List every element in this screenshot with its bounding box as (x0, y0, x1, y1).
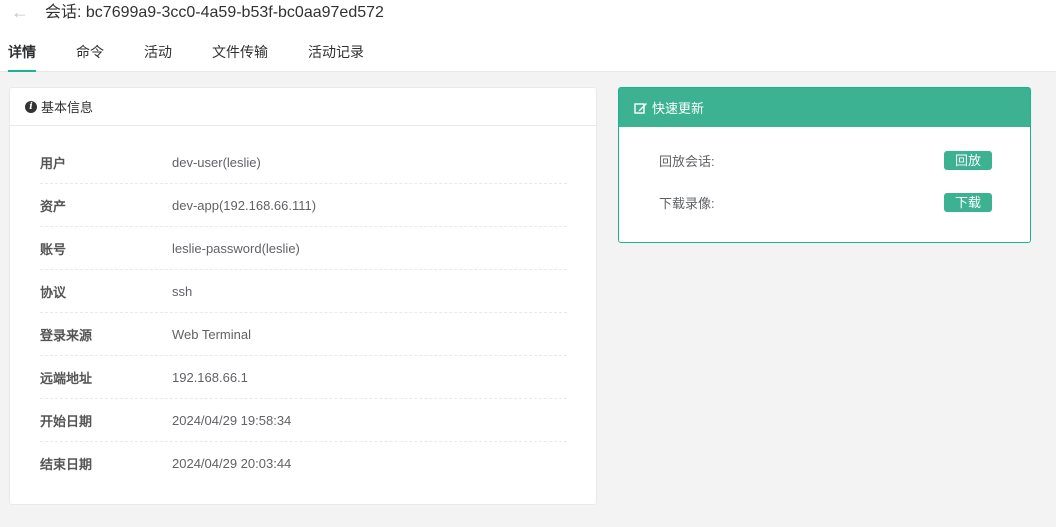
info-value: 192.168.66.1 (172, 369, 248, 385)
top-bar: ← 会话: bc7699a9-3cc0-4a59-b53f-bc0aa97ed5… (0, 0, 1056, 72)
info-circle-icon: i (25, 100, 37, 113)
info-value: leslie-password(leslie) (172, 240, 300, 256)
replay-session-label: 回放会话: (659, 153, 715, 169)
info-value: dev-user(leslie) (172, 154, 261, 170)
info-label: 用户 (40, 155, 67, 171)
quick-update-title: 快速更新 (652, 101, 705, 116)
tab-activity[interactable]: 活动 (144, 40, 172, 72)
tab-activity-log[interactable]: 活动记录 (308, 40, 364, 72)
info-row-end-date: 结束日期 2024/04/29 20:03:44 (40, 442, 567, 485)
tab-details[interactable]: 详情 (8, 40, 36, 72)
info-list: 用户 dev-user(leslie) 资产 dev-app(192.168.6… (40, 141, 567, 485)
info-label: 协议 (40, 284, 67, 300)
basic-info-card: i 基本信息 用户 dev-user(leslie) 资产 dev-app(19… (9, 87, 597, 505)
info-row-protocol: 协议 ssh (40, 270, 567, 313)
tab-file-transfer[interactable]: 文件传输 (212, 40, 268, 72)
arrow-left-icon[interactable]: ← (10, 2, 30, 22)
info-row-account: 账号 leslie-password(leslie) (40, 227, 567, 270)
info-label: 登录来源 (40, 327, 93, 343)
info-value: 2024/04/29 20:03:44 (172, 456, 292, 471)
info-label: 账号 (40, 241, 67, 257)
replay-session-row: 回放会话: 回放 (659, 149, 992, 171)
basic-info-header: i 基本信息 (10, 88, 596, 126)
replay-button[interactable]: 回放 (944, 150, 992, 170)
info-label: 远端地址 (40, 370, 93, 386)
quick-update-card: 快速更新 回放会话: 回放 下载录像: 下载 (618, 87, 1031, 243)
info-row-asset: 资产 dev-app(192.168.66.111) (40, 184, 567, 227)
info-value: Web Terminal (172, 326, 251, 342)
tab-commands[interactable]: 命令 (76, 40, 104, 72)
info-value: 2024/04/29 19:58:34 (172, 412, 292, 428)
edit-icon (634, 102, 647, 114)
basic-info-title: 基本信息 (41, 100, 94, 115)
info-row-login-source: 登录来源 Web Terminal (40, 313, 567, 356)
info-label: 资产 (40, 198, 67, 214)
download-recording-label: 下载录像: (659, 195, 715, 211)
page-title: 会话: bc7699a9-3cc0-4a59-b53f-bc0aa97ed572 (45, 4, 384, 21)
download-recording-row: 下载录像: 下载 (659, 191, 992, 213)
info-row-remote-address: 远端地址 192.168.66.1 (40, 356, 567, 399)
info-row-start-date: 开始日期 2024/04/29 19:58:34 (40, 399, 567, 442)
info-label: 开始日期 (40, 413, 93, 429)
info-value: dev-app(192.168.66.111) (172, 197, 317, 213)
info-value: ssh (172, 283, 193, 299)
download-button[interactable]: 下载 (944, 192, 992, 212)
quick-update-header: 快速更新 (619, 88, 1030, 127)
info-label: 结束日期 (40, 457, 93, 472)
info-row-user: 用户 dev-user(leslie) (40, 141, 567, 184)
